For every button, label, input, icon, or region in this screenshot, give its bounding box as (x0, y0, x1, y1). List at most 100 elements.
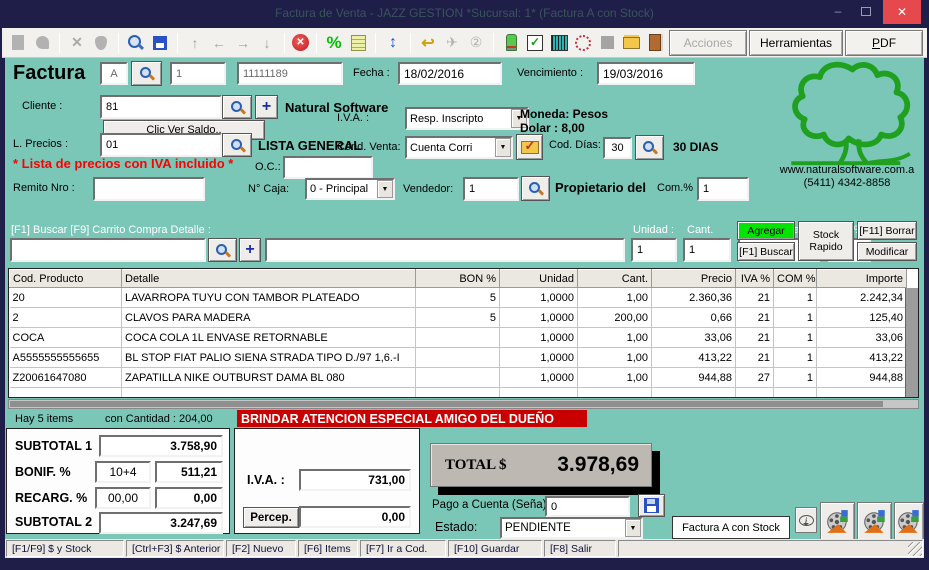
vendedor-lookup-button[interactable] (521, 176, 550, 201)
column-header[interactable]: Unidad (500, 270, 578, 288)
unidad-input[interactable] (631, 238, 677, 262)
close-button[interactable]: ✕ (883, 0, 921, 24)
oc-field[interactable] (283, 156, 373, 179)
percep-button[interactable]: Percep. (243, 507, 299, 528)
letter-lookup-button[interactable] (131, 61, 162, 86)
codigo-search-input[interactable] (10, 238, 206, 262)
guardar-pago-button[interactable] (638, 494, 665, 517)
last-icon[interactable] (257, 33, 277, 53)
empty-row[interactable] (10, 388, 907, 399)
notes-icon[interactable] (348, 33, 368, 53)
cancel-icon[interactable] (292, 34, 309, 51)
cut-icon[interactable] (67, 33, 87, 53)
column-header[interactable]: Cant. (578, 270, 652, 288)
lprecios-field[interactable] (100, 133, 222, 157)
statusbar-item[interactable]: [F10] Guardar (448, 540, 542, 557)
cod-dias-lookup-button[interactable] (635, 135, 664, 160)
agregar-button[interactable]: Agregar (737, 221, 795, 240)
chevron-down-icon[interactable]: ▼ (625, 519, 641, 537)
table-row[interactable]: 2CLAVOS PARA MADERA51,0000200,000,662111… (10, 308, 907, 328)
scrollbar-thumb[interactable] (10, 401, 883, 407)
paste-icon[interactable] (91, 33, 111, 53)
vertical-scrollbar[interactable] (905, 288, 918, 397)
column-header[interactable]: Precio (652, 270, 736, 288)
stock-icon[interactable] (501, 33, 521, 53)
media-button-2[interactable] (857, 502, 892, 541)
table-row[interactable]: 20LAVARROPA TUYU CON TAMBOR PLATEADO51,0… (10, 288, 907, 308)
acciones-button[interactable]: Acciones (669, 30, 747, 56)
expand-icon[interactable] (383, 33, 403, 53)
stock-rapido-button[interactable]: StockRapido (798, 221, 854, 261)
statusbar-item[interactable]: [F6] Items (298, 540, 358, 557)
minimize-button[interactable]: – (831, 4, 845, 18)
vendedor-field[interactable] (463, 177, 519, 201)
cant-input[interactable] (683, 238, 731, 262)
copies-icon[interactable] (466, 33, 486, 53)
com-field[interactable] (697, 177, 749, 201)
cond-venta-select[interactable]: Cuenta Corri▼ (405, 136, 513, 159)
cod-dias-field[interactable] (603, 137, 632, 159)
table-row[interactable]: COCACOCA COLA 1L ENVASE RETORNABLE1,0000… (10, 328, 907, 348)
barcode-icon[interactable] (549, 33, 569, 53)
stop-icon[interactable] (597, 33, 617, 53)
numero-field[interactable] (237, 62, 343, 85)
pdf-button[interactable]: PDF (845, 30, 923, 56)
media-button-1[interactable] (820, 502, 855, 541)
search-icon[interactable] (126, 33, 146, 53)
f11-borrar-button[interactable]: [F11] Borrar (857, 221, 917, 240)
bonif-pct-field[interactable]: 10+4 (95, 461, 151, 483)
estado-select[interactable]: PENDIENTE▼ (500, 517, 643, 539)
statusbar-item[interactable]: [F7] Ir a Cod. (360, 540, 446, 557)
exit-icon[interactable] (645, 33, 665, 53)
open-icon[interactable] (32, 33, 52, 53)
chevron-down-icon[interactable]: ▼ (377, 180, 393, 198)
resize-grip-icon[interactable] (908, 542, 922, 556)
column-header[interactable]: IVA % (736, 270, 774, 288)
horizontal-scrollbar[interactable] (8, 399, 919, 409)
tipo-factura-box[interactable]: Factura A con Stock (672, 516, 790, 539)
discount-icon[interactable] (324, 33, 344, 53)
lprecios-lookup-button[interactable] (222, 133, 252, 157)
cond-venta-edit-button[interactable] (516, 134, 543, 160)
statusbar-item[interactable]: [F1/F9] $ y Stock (6, 540, 124, 557)
website-link[interactable]: www.naturalsoftware.com.a (767, 164, 924, 176)
column-header[interactable]: Detalle (122, 270, 416, 288)
herramientas-button[interactable]: Herramientas (749, 30, 843, 56)
column-header[interactable]: BON % (416, 270, 500, 288)
fecha-field[interactable] (398, 62, 502, 85)
caja-select[interactable]: 0 - Principal▼ (305, 178, 395, 200)
remito-field[interactable] (93, 177, 205, 201)
statusbar-item[interactable]: [F8] Salir (544, 540, 616, 557)
table-row[interactable]: Z20061647080ZAPATILLA NIKE OUTBURST DAMA… (10, 368, 907, 388)
f1-buscar-button[interactable]: [F1] Buscar (737, 242, 795, 261)
vencimiento-field[interactable] (597, 62, 695, 85)
statusbar-item[interactable]: [Ctrl+F3] $ Anterior (126, 540, 224, 557)
first-icon[interactable] (185, 33, 205, 53)
cliente-lookup-button[interactable] (222, 95, 252, 119)
column-header[interactable]: Importe (817, 270, 907, 288)
pago-field[interactable] (545, 496, 630, 517)
pos-field[interactable] (170, 62, 226, 85)
column-header[interactable]: Cod. Producto (10, 270, 122, 288)
statusbar-item[interactable]: [F2] Nuevo (226, 540, 296, 557)
new-icon[interactable] (8, 33, 28, 53)
next-icon[interactable] (233, 33, 253, 53)
maximize-button[interactable] (861, 7, 871, 16)
undo-icon[interactable] (418, 33, 438, 53)
iva-select[interactable]: Resp. Inscripto▼ (405, 107, 529, 130)
prev-icon[interactable] (209, 33, 229, 53)
letter-field[interactable] (100, 62, 128, 85)
media-button-3[interactable] (894, 502, 924, 541)
save-icon[interactable] (150, 33, 170, 53)
send-icon[interactable] (442, 33, 462, 53)
producto-add-button[interactable]: + (239, 238, 261, 262)
column-header[interactable]: COM % (774, 270, 817, 288)
info-button[interactable]: i (795, 507, 817, 533)
refresh-icon[interactable] (573, 33, 593, 53)
table-row[interactable]: A5555555555655BL STOP FIAT PALIO SIENA S… (10, 348, 907, 368)
cliente-add-button[interactable]: + (255, 95, 278, 119)
modificar-button[interactable]: Modificar (857, 242, 917, 261)
detalle-input[interactable] (265, 238, 625, 262)
producto-lookup-button[interactable] (208, 238, 237, 262)
folder-icon[interactable] (621, 33, 641, 53)
